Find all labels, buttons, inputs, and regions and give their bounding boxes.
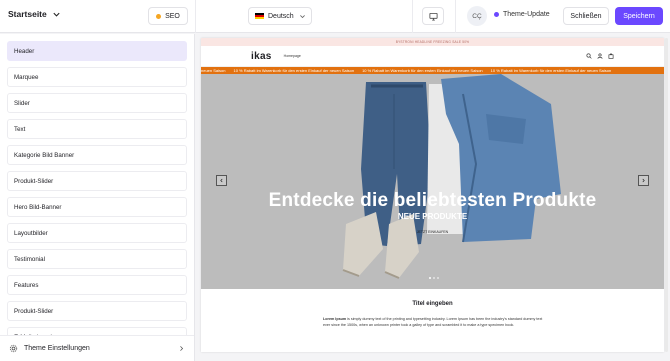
marquee-item: neuen Saison [201,68,226,73]
marquee-bar: neuen Saison 10 % Rabatt im Warenkorb fü… [201,67,664,74]
chevron-down-icon [53,12,60,17]
chevron-right-icon [642,178,645,183]
header-icons [586,53,614,59]
seo-status-dot [156,13,162,19]
text-section: Titel eingeben Lorem Ipsum is simply dum… [201,289,664,351]
hero-slider: Entdecke die beliebtesten Produkte NEUE … [201,74,664,289]
section-item-features[interactable]: Features [7,275,187,295]
divider [195,0,196,33]
seo-button[interactable]: SEO [148,7,188,25]
announcement-bar: BYSTRONI HEADLINE FREEZING SALE 50% [201,38,664,46]
sections-sidebar: Header Marquee Slider Text Kategorie Bil… [0,34,195,361]
desktop-preview-button[interactable] [422,7,444,25]
save-button[interactable]: Speichern [615,7,663,25]
section-item-hero-banner[interactable]: Hero Bild-Banner [7,197,187,217]
store-logo[interactable]: ikas [251,51,272,62]
storefront-preview: BYSTRONI HEADLINE FREEZING SALE 50% ikas… [201,38,664,352]
marquee-item: 10 % Rabatt im Warenkorb für den ersten … [362,68,483,73]
slider-prev-button[interactable] [216,175,227,186]
slider-next-button[interactable] [638,175,649,186]
editor-topbar: Startseite SEO Deutsch CÇ Theme-Update S… [0,0,670,33]
text-section-body: Lorem Ipsum is simply dummy text of the … [323,316,543,328]
chevron-right-icon [180,346,184,351]
hero-title: Entdecke die beliebtesten Produkte [268,190,597,211]
divider [412,0,413,33]
preview-scrollbar[interactable] [665,38,668,352]
theme-update-button[interactable]: Theme-Update [494,11,550,18]
slider-dot[interactable] [433,277,435,279]
gear-icon [9,344,18,353]
section-item-marquee[interactable]: Marquee [7,67,187,87]
marquee-item: 10 % Rabatt im Warenkorb für den ersten … [233,68,355,73]
theme-update-label: Theme-Update [503,11,550,18]
section-list: Header Marquee Slider Text Kategorie Bil… [7,41,187,353]
chevron-down-icon [300,15,305,19]
language-label: Deutsch [268,12,294,20]
section-item-header[interactable]: Header [7,41,187,61]
marquee-item: 10 % Rabatt im Warenkorb für den ersten … [490,68,612,73]
slider-dot[interactable] [429,277,431,279]
text-section-body-bold: Lorem Ipsum [323,317,347,321]
divider [455,0,456,33]
section-item-testimonial[interactable]: Testimonial [7,249,187,269]
german-flag-icon [255,13,264,19]
section-item-layout-images[interactable]: Layoutbilder [7,223,187,243]
section-item-category-banner[interactable]: Kategorie Bild Banner [7,145,187,165]
theme-update-dot [494,12,499,17]
cart-icon[interactable] [608,53,614,59]
monitor-icon [428,12,438,21]
slider-dot[interactable] [437,277,439,279]
language-select[interactable]: Deutsch [248,7,312,25]
section-item-slider[interactable]: Slider [7,93,187,113]
theme-settings-button[interactable]: Theme Einstellungen [0,335,194,361]
hero-cta-link[interactable]: JETZT EINKAUFEN [201,230,664,234]
page-select-dropdown[interactable]: Startseite [8,9,61,19]
seo-button-label: SEO [165,12,180,20]
text-section-body-rest: is simply dummy text of the printing and… [323,317,543,327]
page-select-label: Startseite [8,9,47,19]
close-button[interactable]: Schließen [563,7,609,25]
section-item-product-slider-2[interactable]: Produkt-Slider [7,301,187,321]
section-item-text[interactable]: Text [7,119,187,139]
nav-link-homepage[interactable]: Homepage [284,54,301,58]
user-avatar[interactable]: CÇ [467,6,487,26]
hero-product-image [201,74,664,289]
hero-subtitle: NEUE PRODUKTE [397,212,468,221]
user-icon[interactable] [597,53,603,59]
chevron-left-icon [220,178,223,183]
section-item-product-slider[interactable]: Produkt-Slider [7,171,187,191]
theme-settings-label: Theme Einstellungen [24,345,90,352]
store-header: ikas Homepage [201,46,664,67]
text-section-title: Titel eingeben [412,301,453,307]
search-icon[interactable] [586,53,592,59]
slider-pagination [429,277,439,279]
